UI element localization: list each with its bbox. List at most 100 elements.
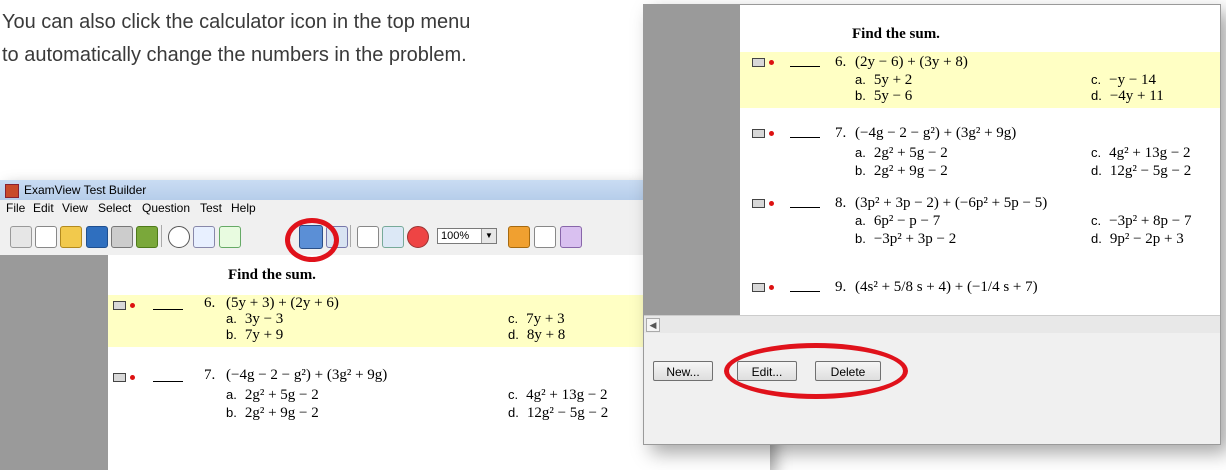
- question-row[interactable]: 8. (3p² + 3p − 2) + (−6p² + 5p − 5) a. 6p…: [740, 193, 1220, 251]
- new-button[interactable]: New...: [653, 361, 713, 381]
- find-icon[interactable]: [168, 226, 190, 248]
- option-b-text: 7y + 9: [244, 327, 284, 343]
- option-c-text: 4g² + 13g − 2: [1109, 145, 1191, 161]
- menu-edit[interactable]: Edit: [33, 201, 54, 215]
- menu-select[interactable]: Select: [98, 201, 131, 215]
- question-stem: (2y − 6) + (3y + 8): [855, 54, 968, 70]
- option-a: a. 2g² + 5g − 2: [226, 387, 319, 404]
- option-b-text: 2g² + 9g − 2: [873, 163, 948, 179]
- question-number: 7.: [204, 367, 216, 383]
- option-letter: c.: [1091, 72, 1102, 87]
- option-letter: a.: [855, 213, 866, 228]
- save-icon[interactable]: [86, 226, 108, 248]
- students-icon[interactable]: [136, 226, 158, 248]
- option-a-text: 3y − 3: [244, 311, 284, 327]
- left-gutter: [0, 255, 108, 470]
- answer-blank: [790, 291, 820, 292]
- option-letter: b.: [226, 327, 237, 342]
- option-letter: a.: [226, 387, 237, 402]
- question-number: 9.: [835, 279, 847, 295]
- option-c: c. 4g² + 13g − 2: [508, 387, 608, 404]
- new-document-icon[interactable]: [35, 226, 57, 248]
- question-row[interactable]: 6. (2y − 6) + (3y + 8) a. 5y + 2 b. 5y − 6…: [740, 52, 1220, 108]
- question-number: 6.: [835, 54, 847, 70]
- calculator-icon: [752, 129, 765, 138]
- bullet-icon: [769, 201, 774, 206]
- menu-test[interactable]: Test: [200, 201, 222, 215]
- option-letter: d.: [1091, 88, 1102, 103]
- bullet-icon: [769, 60, 774, 65]
- option-b: b. 2g² + 9g − 2: [226, 405, 319, 422]
- option-d: d. −4y + 11: [1091, 88, 1164, 105]
- calculator-icon: [752, 58, 765, 67]
- question-number: 7.: [835, 125, 847, 141]
- option-a-text: 2g² + 5g − 2: [244, 387, 319, 403]
- answer-blank: [790, 66, 820, 67]
- option-b-text: 2g² + 9g − 2: [244, 405, 319, 421]
- option-letter: c.: [508, 311, 519, 326]
- chart-icon[interactable]: [407, 226, 429, 248]
- calculator-icon: [752, 199, 765, 208]
- answer-blank: [153, 309, 183, 310]
- button-panel: New... Edit... Delete: [644, 333, 1220, 444]
- publish-icon[interactable]: [508, 226, 530, 248]
- question-editor-window: Find the sum. 6. (2y − 6) + (3y + 8) a. 5…: [643, 4, 1221, 445]
- option-c-text: 4g² + 13g − 2: [526, 387, 608, 403]
- question-stem: (−4g − 2 − g²) + (3g² + 9g): [855, 125, 1017, 141]
- question-stem: (3p² + 3p − 2) + (−6p² + 5p − 5): [855, 195, 1048, 211]
- option-b: b. −3p² + 3p − 2: [855, 231, 956, 248]
- menu-file[interactable]: File: [6, 201, 25, 215]
- question-document: Find the sum. 6. (2y − 6) + (3y + 8) a. 5…: [740, 5, 1220, 315]
- menu-help[interactable]: Help: [231, 201, 256, 215]
- app-icon: [5, 184, 19, 198]
- bullet-icon: [130, 303, 135, 308]
- option-a-text: 6p² − p − 7: [873, 213, 941, 229]
- instructions-text: You can also click the calculator icon i…: [2, 11, 471, 66]
- option-letter: b.: [855, 231, 866, 246]
- buttons-highlight-circle: [724, 343, 908, 399]
- question-row[interactable]: 7. (−4g − 2 − g²) + (3g² + 9g) a. 2g² + 5…: [740, 123, 1220, 180]
- option-b: b. 2g² + 9g − 2: [855, 163, 948, 180]
- option-c-text: −3p² + 8p − 7: [1109, 213, 1192, 229]
- menu-question[interactable]: Question: [142, 201, 190, 215]
- option-letter: c.: [1091, 213, 1102, 228]
- option-a: a. 5y + 2: [855, 72, 912, 89]
- zoom-select[interactable]: 100% ▼: [437, 228, 497, 244]
- tools-icon[interactable]: [560, 226, 582, 248]
- option-letter: b.: [855, 163, 866, 178]
- option-letter: a.: [855, 72, 866, 87]
- print-icon[interactable]: [111, 226, 133, 248]
- question-number: 6.: [204, 295, 216, 311]
- option-d-text: 8y + 8: [526, 327, 566, 343]
- open-folder-icon[interactable]: [60, 226, 82, 248]
- option-letter: d.: [508, 405, 519, 420]
- bullet-icon: [130, 375, 135, 380]
- option-c-text: −y − 14: [1109, 72, 1157, 88]
- option-letter: b.: [226, 405, 237, 420]
- option-c: c. 4g² + 13g − 2: [1091, 145, 1191, 162]
- equation-icon[interactable]: [357, 226, 379, 248]
- option-d: d. 8y + 8: [508, 327, 565, 344]
- option-d-text: 12g² − 5g − 2: [526, 405, 609, 421]
- table-icon[interactable]: [382, 226, 404, 248]
- wizard-icon[interactable]: [10, 226, 32, 248]
- variables-icon[interactable]: [193, 226, 215, 248]
- answer-blank: [790, 207, 820, 208]
- option-a: a. 6p² − p − 7: [855, 213, 940, 230]
- option-letter: b.: [855, 88, 866, 103]
- option-d-text: 9p² − 2p + 3: [1109, 231, 1184, 247]
- menu-view[interactable]: View: [62, 201, 88, 215]
- question-row[interactable]: 9. (4s² + 5/8 s + 4) + (−1/4 s + 7): [740, 273, 1220, 313]
- option-a: a. 2g² + 5g − 2: [855, 145, 948, 162]
- list-icon[interactable]: [534, 226, 556, 248]
- option-letter: a.: [855, 145, 866, 160]
- scroll-left-icon[interactable]: ◀: [646, 318, 660, 332]
- horizontal-scrollbar[interactable]: ◀: [644, 315, 1220, 334]
- option-letter: c.: [508, 387, 519, 402]
- option-letter: d.: [1091, 163, 1102, 178]
- bullet-icon: [769, 285, 774, 290]
- toolbar-separator: [161, 225, 162, 247]
- spelling-icon[interactable]: [219, 226, 241, 248]
- chevron-down-icon[interactable]: ▼: [481, 229, 496, 243]
- question-stem: (−4g − 2 − g²) + (3g² + 9g): [226, 367, 388, 383]
